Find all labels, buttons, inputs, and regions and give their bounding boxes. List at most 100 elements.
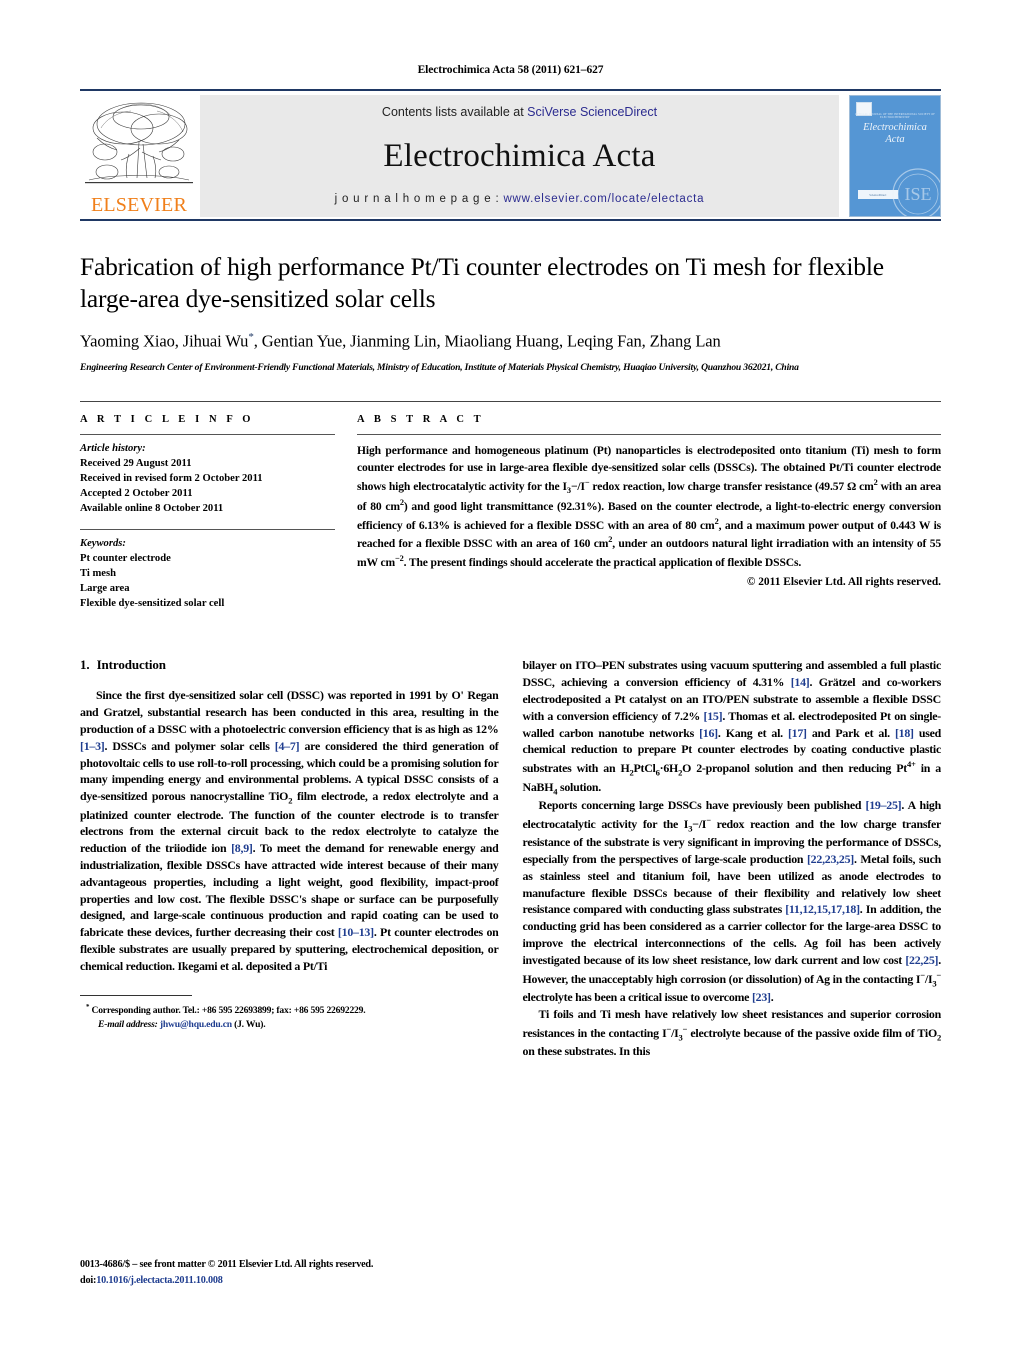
cover-title-line-2: Acta (885, 134, 905, 146)
citation-ref[interactable]: [4–7] (275, 739, 300, 753)
keyword-item: Large area (80, 583, 130, 595)
email-link[interactable]: jhwu@hqu.edu.cn (160, 1019, 232, 1030)
doi-label: doi: (80, 1274, 97, 1286)
body-column-left: 1. Introduction Since the first dye-sensi… (80, 657, 499, 1059)
superscript: 4+ (906, 759, 916, 770)
text-seg: O 2-propanol solution and then reducing … (682, 761, 907, 776)
abstract-body: High performance and homogeneous platinu… (357, 443, 941, 572)
homepage-url-link[interactable]: www.elsevier.com/locate/electacta (503, 193, 704, 205)
citation-ref[interactable]: [22,23,25] (807, 852, 854, 866)
paragraph-intro-right-1: bilayer on ITO–PEN substrates using vacu… (523, 657, 942, 797)
text-seg: electrolyte has been a critical issue to… (522, 990, 752, 1005)
contents-box: Contents lists available at SciVerse Sci… (200, 95, 839, 217)
body-column-right: bilayer on ITO–PEN substrates using vacu… (523, 657, 942, 1059)
text-seg: on these substrates. In this (522, 1044, 651, 1059)
history-item: Available online 8 October 2011 (80, 503, 224, 515)
citation-ref[interactable]: [14] (791, 675, 810, 689)
journal-homepage-line: j o u r n a l h o m e p a g e : www.else… (335, 193, 705, 205)
abstract-seg: . The present findings should accelerate… (403, 555, 802, 569)
paragraph-intro-left: Since the first dye-sensitized solar cel… (80, 687, 499, 974)
citation-ref[interactable]: [23] (752, 990, 771, 1004)
footnote-line: * Corresponding author. Tel.: +86 595 22… (80, 1003, 499, 1019)
abstract-copyright: © 2011 Elsevier Ltd. All rights reserved… (746, 575, 941, 588)
citation-ref[interactable]: [17] (788, 726, 807, 740)
article-info-column: A R T I C L E I N F O Article history: R… (80, 414, 335, 611)
history-item: Accepted 2 October 2011 (80, 488, 193, 500)
citation-ref[interactable]: [10–13] (338, 925, 374, 939)
article-info-heading: A R T I C L E I N F O (80, 414, 255, 426)
ise-seal-icon: ISE (892, 168, 940, 216)
elsevier-wordmark: ELSEVIER (90, 194, 188, 216)
history-item: Received 29 August 2011 (80, 458, 192, 470)
doi-link[interactable]: 10.1016/j.electacta.2011.10.008 (96, 1275, 223, 1286)
superscript: − (936, 969, 941, 980)
authors-remaining: , Gentian Yue, Jianming Lin, Miaoliang H… (253, 331, 721, 351)
sciencedirect-link[interactable]: SciVerse ScienceDirect (527, 105, 657, 119)
paragraph-intro-right-2: Reports concerning large DSSCs have prev… (523, 797, 942, 1006)
contents-prefix: Contents lists available at (381, 105, 528, 119)
keywords-label: Keywords: (80, 538, 126, 550)
keyword-item: Ti mesh (80, 568, 117, 580)
page-title: Fabrication of high performance Pt/Ti co… (80, 252, 884, 314)
contents-available-line: Contents lists available at SciVerse Sci… (382, 105, 657, 119)
abstract-sup: −2 (395, 553, 404, 563)
citation-ref[interactable]: [19–25] (865, 798, 901, 812)
citation-ref[interactable]: [11,12,15,17,18] (785, 902, 860, 916)
footnote-corresponding-author: * Corresponding author. Tel.: +86 595 22… (80, 1003, 499, 1033)
title-block: Fabrication of high performance Pt/Ti co… (80, 251, 941, 375)
elsevier-logo: ELSEVIER (80, 95, 198, 217)
cover-society-line: OFFICIAL JOURNAL OF THE INTERNATIONAL SO… (855, 113, 935, 119)
abstract-heading: A B S T R A C T (357, 414, 485, 426)
cover-title-line-1: Electrochimica (863, 122, 927, 133)
section-title: Introduction (96, 657, 166, 673)
text-seg: Reports concerning large DSSCs have prev… (538, 798, 866, 813)
article-body: 1. Introduction Since the first dye-sensi… (80, 657, 941, 1059)
email-suffix: (J. Wu). (231, 1019, 266, 1031)
article-history-label: Article history: (80, 443, 146, 455)
doi-line: doi:10.1016/j.electacta.2011.10.008 (80, 1273, 373, 1288)
footnote-contact-text: Corresponding author. Tel.: +86 595 2269… (89, 1004, 366, 1016)
citation-ref[interactable]: [22,25] (905, 953, 938, 967)
email-label: E-mail address: (98, 1019, 158, 1031)
keyword-item: Pt counter electrode (80, 553, 171, 565)
keywords-rule (80, 529, 335, 531)
svg-text:ISE: ISE (905, 184, 932, 204)
citation-ref[interactable]: [1–3] (80, 739, 105, 753)
text-seg: . Kang et al. (717, 725, 788, 740)
text-seg: Since the first dye-sensitized solar cel… (80, 688, 499, 736)
abstract-rule (357, 434, 941, 436)
article-info-rule (80, 434, 335, 436)
masthead: ELSEVIER Contents lists available at Sci… (80, 89, 941, 221)
cover-art: OFFICIAL JOURNAL OF THE INTERNATIONAL SO… (850, 96, 940, 216)
text-seg: PtCl (633, 761, 656, 776)
elsevier-tree-icon (85, 102, 193, 184)
citation-ref[interactable]: [15] (704, 709, 723, 723)
journal-title: Electrochimica Acta (383, 137, 656, 174)
author-list: Yaoming Xiao, Jihuai Wu*, Gentian Yue, J… (80, 331, 941, 352)
text-seg: electrolyte because of the passive oxide… (687, 1025, 937, 1040)
issn-doi-block: 0013-4686/$ – see front matter © 2011 El… (80, 1257, 373, 1288)
cover-journal-title: Electrochimica Acta (850, 122, 940, 146)
abstract-column: A B S T R A C T High performance and hom… (357, 414, 941, 611)
text-seg: /I (671, 1025, 679, 1040)
text-seg: . DSSCs and polymer solar cells (104, 738, 275, 753)
text-seg: solution. (557, 779, 602, 794)
citation-ref[interactable]: [18] (895, 726, 914, 740)
keyword-item: Flexible dye-sensitized solar cell (80, 598, 225, 610)
authors-first: Yaoming Xiao, Jihuai Wu (80, 331, 249, 351)
section-number: 1. (80, 657, 90, 673)
running-head: Electrochimica Acta 58 (2011) 621–627 (417, 64, 604, 76)
homepage-label: j o u r n a l h o m e p a g e : (334, 193, 504, 205)
paragraph-intro-right-3: Ti foils and Ti mesh have relatively low… (523, 1006, 942, 1060)
citation-ref[interactable]: [16] (699, 726, 718, 740)
section-heading-introduction: 1. Introduction (80, 657, 499, 673)
footnote-email-line: E-mail address: jhwu@hqu.edu.cn (J. Wu). (80, 1018, 499, 1032)
text-seg: ·6H (659, 761, 679, 776)
abstract-seg: redox reaction, low charge transfer resi… (589, 479, 874, 493)
text-seg: −/I (692, 816, 707, 831)
journal-cover-thumbnail[interactable]: OFFICIAL JOURNAL OF THE INTERNATIONAL SO… (849, 95, 941, 217)
citation-ref[interactable]: [8,9] (231, 841, 253, 855)
journal-article-page: Electrochimica Acta 58 (2011) 621–627 EL… (0, 0, 1021, 1351)
subscript: 2 (936, 1032, 941, 1042)
